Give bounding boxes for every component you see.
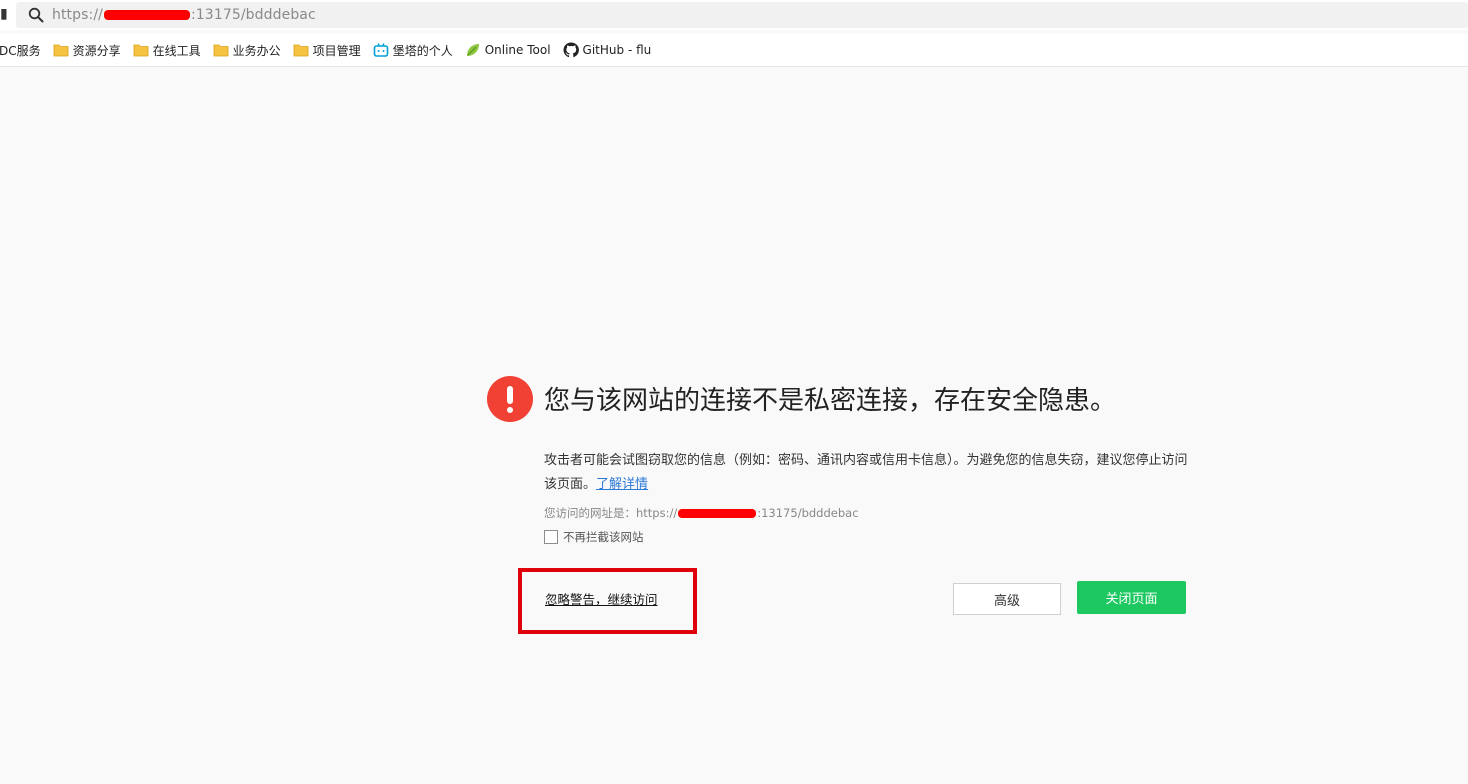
bookmark-resource-share[interactable]: 资源分享 xyxy=(53,39,121,61)
url-prefix: https:// xyxy=(52,7,103,23)
redaction-mark xyxy=(678,509,757,518)
bookmark-business-office[interactable]: 业务办公 xyxy=(213,39,281,61)
learn-more-link[interactable]: 了解详情 xyxy=(596,477,648,492)
bookmark-label: 业务办公 xyxy=(232,43,281,58)
url-field[interactable]: https:// :13175/bdddebac xyxy=(16,2,1468,28)
tab-edge-glyph: ▮ xyxy=(0,6,8,22)
close-page-button[interactable]: 关闭页面 xyxy=(1077,581,1186,614)
browser-window: ▮ https:// :13175/bdddebac DC服务 资源分享 在线工具… xyxy=(0,0,1468,784)
dont-block-checkbox[interactable] xyxy=(544,530,558,544)
bookmark-dc-service[interactable]: DC服务 xyxy=(0,39,41,61)
url-text[interactable]: https:// :13175/bdddebac xyxy=(52,7,316,23)
bookmarks-bar: DC服务 资源分享 在线工具 业务办公 项目管理 堡塔的个人 Online To… xyxy=(0,34,1468,67)
url-suffix: :13175/bdddebac xyxy=(190,7,316,23)
bookmark-github[interactable]: GitHub - flu xyxy=(563,39,652,61)
visited-url-prefix: https:// xyxy=(636,506,678,520)
visited-url-label: 您访问的网址是： xyxy=(544,506,636,520)
folder-icon xyxy=(53,44,69,57)
visited-url-line: 您访问的网址是：https:// :13175/bdddebac xyxy=(544,505,859,521)
bookmark-baota-personal[interactable]: 堡塔的个人 xyxy=(373,39,453,61)
bookmark-label: 项目管理 xyxy=(312,43,361,58)
dont-block-row[interactable]: 不再拦截该网站 xyxy=(544,529,644,545)
bookmark-label: Online Tool xyxy=(484,43,551,57)
folder-icon xyxy=(213,44,229,57)
folder-icon xyxy=(293,44,309,57)
redaction-mark xyxy=(103,10,190,20)
bookmark-label: 堡塔的个人 xyxy=(392,43,453,58)
github-icon xyxy=(563,42,579,58)
folder-icon xyxy=(133,44,149,57)
visited-url-suffix: :13175/bdddebac xyxy=(757,506,859,520)
bookmark-label: 资源分享 xyxy=(72,43,121,58)
address-bar: ▮ https:// :13175/bdddebac xyxy=(0,0,1468,30)
bookmark-label: GitHub - flu xyxy=(582,43,652,57)
bilibili-icon xyxy=(373,43,388,57)
advanced-button[interactable]: 高级 xyxy=(953,583,1061,615)
leaf-icon xyxy=(466,44,479,56)
ignore-warning-link[interactable]: 忽略警告，继续访问 xyxy=(545,589,658,608)
bookmark-online-tool[interactable]: Online Tool xyxy=(465,39,551,61)
warning-description: 攻击者可能会试图窃取您的信息（例如：密码、通讯内容或信用卡信息）。为避免您的信息… xyxy=(544,449,1194,497)
dont-block-label: 不再拦截该网站 xyxy=(563,530,644,544)
bookmark-label: DC服务 xyxy=(0,43,41,58)
bookmark-project-management[interactable]: 项目管理 xyxy=(293,39,361,61)
warning-headline: 您与该网站的连接不是私密连接，存在安全隐患。 xyxy=(544,386,1117,416)
warning-exclamation-icon xyxy=(487,376,533,422)
search-icon xyxy=(28,7,44,23)
bookmark-online-tools[interactable]: 在线工具 xyxy=(133,39,201,61)
bookmark-label: 在线工具 xyxy=(152,43,201,58)
